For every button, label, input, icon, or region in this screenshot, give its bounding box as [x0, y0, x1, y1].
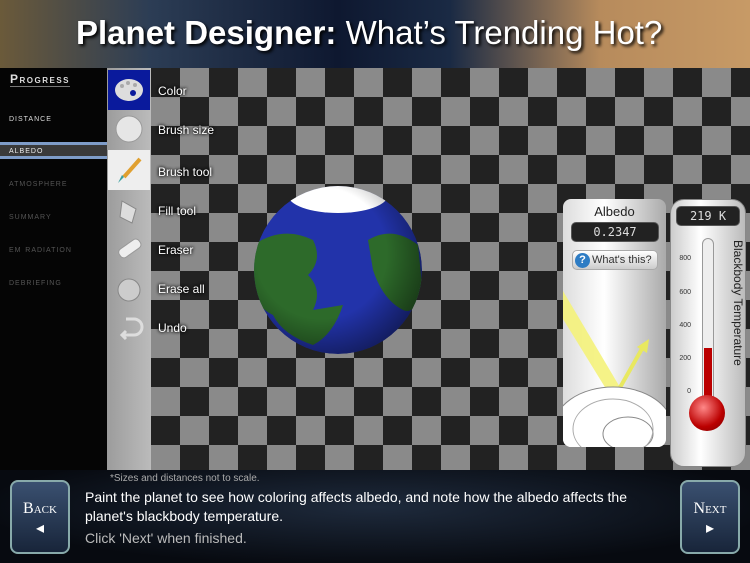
next-label: Next [693, 500, 727, 517]
paint-bucket-icon [119, 200, 137, 224]
erase-all-button[interactable] [108, 268, 150, 308]
eraser-icon [118, 238, 142, 259]
progress-step-atmosphere: Atmosphere [9, 178, 68, 189]
brush-tool-button[interactable] [108, 150, 150, 190]
tool-label-fill-tool: Fill tool [158, 204, 197, 218]
help-icon: ? [575, 252, 590, 268]
temperature-readout: 219 K [676, 206, 740, 226]
tick-400: 400 [679, 322, 691, 329]
instruction-bar: Back ◂ *Sizes and distances not to scale.… [0, 470, 750, 563]
progress-sidebar: Progress Distance Albedo Atmosphere Summ… [0, 68, 107, 470]
whats-this-label: What's this? [592, 254, 652, 266]
brush-size-icon [115, 115, 143, 143]
thermometer-panel: 219 K 800 600 400 200 0 Blackbody Temper… [670, 199, 746, 467]
albedo-title: Albedo [594, 204, 635, 219]
thermometer-mercury [704, 347, 712, 402]
instruction-text: Paint the planet to see how coloring aff… [85, 489, 627, 524]
albedo-panel: Albedo 0.2347 ? What's this? [563, 199, 666, 447]
tool-label-eraser: Eraser [158, 243, 194, 257]
tool-label-color: Color [158, 84, 187, 98]
undo-icon [119, 317, 144, 341]
planet[interactable] [253, 185, 423, 355]
tool-bar [107, 68, 151, 470]
tick-0: 0 [687, 388, 691, 395]
undo-button[interactable] [108, 308, 150, 348]
albedo-readout: 0.2347 [571, 222, 659, 242]
tick-800: 800 [679, 255, 691, 262]
eraser-button[interactable] [108, 229, 150, 269]
tick-600: 600 [679, 289, 691, 296]
arrow-right-icon: ▸ [705, 520, 715, 537]
whats-this-button[interactable]: ? What's this? [572, 250, 658, 270]
tool-label-erase-all: Erase all [158, 282, 205, 296]
instruction-next-text: Click 'Next' when finished. [85, 530, 247, 546]
progress-step-summary: Summary [9, 211, 52, 222]
thermometer-label: Blackbody Temperature [731, 240, 745, 366]
next-button[interactable]: Next ▸ [680, 480, 740, 554]
tool-label-undo: Undo [158, 321, 187, 335]
scale-note: *Sizes and distances not to scale. [110, 473, 260, 484]
color-tool-button[interactable] [108, 70, 150, 110]
progress-step-albedo[interactable]: Albedo [0, 142, 107, 159]
arrow-left-icon: ◂ [35, 520, 45, 537]
fill-tool-button[interactable] [108, 190, 150, 230]
back-button[interactable]: Back ◂ [10, 480, 70, 554]
progress-title: Progress [10, 72, 71, 87]
thermometer-tube [702, 238, 714, 403]
albedo-diagram [563, 291, 666, 447]
bomb-icon [117, 278, 141, 302]
paintbrush-icon [118, 157, 142, 183]
palette-icon [115, 79, 143, 101]
thermometer-bulb [689, 395, 725, 431]
progress-step-em-radiation: EM radiation [9, 244, 72, 255]
progress-step-debriefing: Debriefing [9, 277, 62, 288]
tick-200: 200 [679, 355, 691, 362]
tool-label-brush-tool: Brush tool [158, 165, 213, 179]
brush-size-button[interactable] [108, 109, 150, 149]
page-title: Planet Designer: What’s Trending Hot? [76, 14, 663, 51]
tool-label-brush-size: Brush size [158, 123, 215, 137]
back-label: Back [23, 500, 57, 517]
header-banner: Planet Designer: What’s Trending Hot? [0, 0, 750, 68]
progress-step-distance[interactable]: Distance [9, 113, 52, 124]
